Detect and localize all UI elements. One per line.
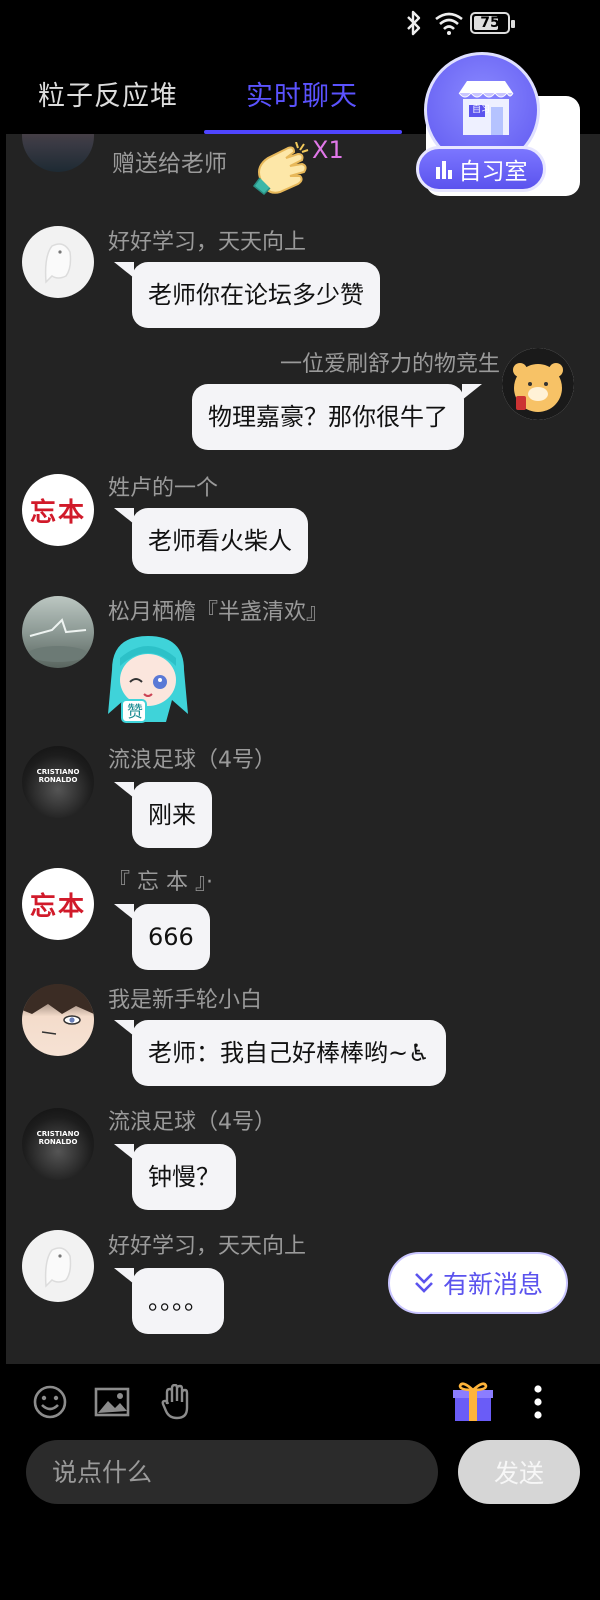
- message-composer: 发送: [0, 1440, 600, 1510]
- message-bubble: 钟慢？: [114, 1144, 236, 1210]
- avatar-text: CRISTIANO RONALDO: [36, 768, 80, 784]
- avatar[interactable]: CRISTIANO RONALDO: [22, 1108, 94, 1180]
- avatar-text: 忘本: [29, 891, 86, 922]
- username: 『 忘 本 』·: [108, 870, 213, 895]
- message-bubble: 物理嘉豪？那你很牛了: [192, 384, 482, 450]
- username: 一位爱刷舒力的物竞生: [279, 352, 500, 377]
- send-button[interactable]: 发送: [458, 1440, 580, 1504]
- avatar[interactable]: [22, 984, 94, 1056]
- clap-hands-icon: [252, 142, 309, 196]
- avatar[interactable]: 忘本: [22, 474, 94, 546]
- gift-box-icon: [453, 1382, 493, 1421]
- username: 好好学习，天天向上: [108, 230, 307, 255]
- emoji-icon: [33, 1385, 67, 1419]
- message-bubble: 666: [114, 904, 210, 970]
- avatar[interactable]: [22, 134, 94, 172]
- gift-button[interactable]: [450, 1378, 496, 1424]
- study-room-button[interactable]: 自习室: [416, 146, 546, 192]
- battery-indicator: 75: [470, 12, 515, 34]
- study-room-label: 自习室: [458, 159, 528, 185]
- chat-message: 好好学习，天天向上 老师你在论坛多少赞: [6, 224, 600, 334]
- chat-message: 忘本 姓卢的一个 老师看火柴人: [6, 470, 600, 580]
- username: 好好学习，天天向上: [108, 1234, 307, 1259]
- avatar[interactable]: CRISTIANO RONALDO: [22, 746, 94, 818]
- avatar-text: CRISTIANO RONALDO: [36, 1130, 80, 1146]
- sticker-label: 赞: [126, 702, 143, 721]
- double-chevron-down-icon: [415, 1273, 433, 1293]
- new-messages-label: 有新消息: [442, 1270, 543, 1299]
- avatar-text: 忘本: [29, 497, 86, 528]
- image-button[interactable]: [92, 1382, 132, 1422]
- more-vertical-icon: [534, 1385, 542, 1419]
- gift-text: 赠送给老师: [112, 151, 227, 177]
- username: 松月栖檐『半盏清欢』: [108, 600, 329, 625]
- message-bubble: 老师：我自己好棒棒哟~♿: [114, 1020, 446, 1086]
- study-room-widget[interactable]: 自习 自习室: [416, 52, 580, 198]
- emoji-button[interactable]: [30, 1382, 70, 1422]
- image-icon: [94, 1387, 130, 1417]
- message-bubble: 老师看火柴人: [114, 508, 308, 574]
- anime-sticker[interactable]: 赞: [102, 630, 194, 726]
- username: 流浪足球（4号）: [108, 1110, 276, 1135]
- chat-message: CRISTIANO RONALDO 流浪足球（4号） 钟慢？: [6, 1104, 600, 1214]
- raise-hand-button[interactable]: [156, 1382, 196, 1422]
- chat-message: 我是新手轮小白 老师：我自己好棒棒哟~♿: [6, 982, 600, 1092]
- status-icons: [404, 10, 464, 36]
- avatar[interactable]: [502, 348, 574, 420]
- status-bar: 75: [0, 0, 600, 48]
- wifi-icon: [435, 12, 463, 35]
- avatar[interactable]: [22, 226, 94, 298]
- battery-tip: [511, 20, 515, 28]
- chat-message: 一位爱刷舒力的物竞生 物理嘉豪？那你很牛了: [6, 346, 600, 456]
- new-messages-button[interactable]: 有新消息: [388, 1252, 568, 1314]
- avatar[interactable]: 忘本: [22, 868, 94, 940]
- username: 我是新手轮小白: [108, 988, 263, 1013]
- username: 姓卢的一个: [108, 476, 219, 501]
- chat-message: 松月栖檐『半盏清欢』 赞: [6, 594, 600, 724]
- chat-list[interactable]: 赠送给老师 X1 好好学习，天天向上 老师你在论坛多少赞 一位爱刷舒力的物竞生 …: [6, 134, 600, 1364]
- avatar[interactable]: [22, 596, 94, 668]
- tab-live-chat[interactable]: 实时聊天: [246, 74, 358, 113]
- chat-message: CRISTIANO RONALDO 流浪足球（4号） 刚来: [6, 742, 600, 852]
- input-toolbar: [0, 1364, 600, 1444]
- chat-message: 忘本 『 忘 本 』· 666: [6, 864, 600, 974]
- battery-level: 75: [480, 15, 500, 31]
- tab-particle-reactor[interactable]: 粒子反应堆: [38, 74, 178, 113]
- hand-icon: [161, 1384, 189, 1420]
- anime-girl-sticker-icon: [108, 636, 188, 723]
- more-options-button[interactable]: [528, 1382, 548, 1422]
- message-input[interactable]: [26, 1440, 438, 1504]
- message-bubble: 。。。。: [114, 1268, 224, 1334]
- bluetooth-icon: [407, 10, 421, 36]
- gift-count: X1: [312, 136, 344, 164]
- avatar[interactable]: [22, 1230, 94, 1302]
- shop-sign-text: 自习: [471, 105, 490, 115]
- bar-chart-icon: [435, 161, 452, 179]
- username: 流浪足球（4号）: [108, 748, 276, 773]
- message-bubble: 老师你在论坛多少赞: [114, 262, 380, 328]
- message-bubble: 刚来: [114, 782, 212, 848]
